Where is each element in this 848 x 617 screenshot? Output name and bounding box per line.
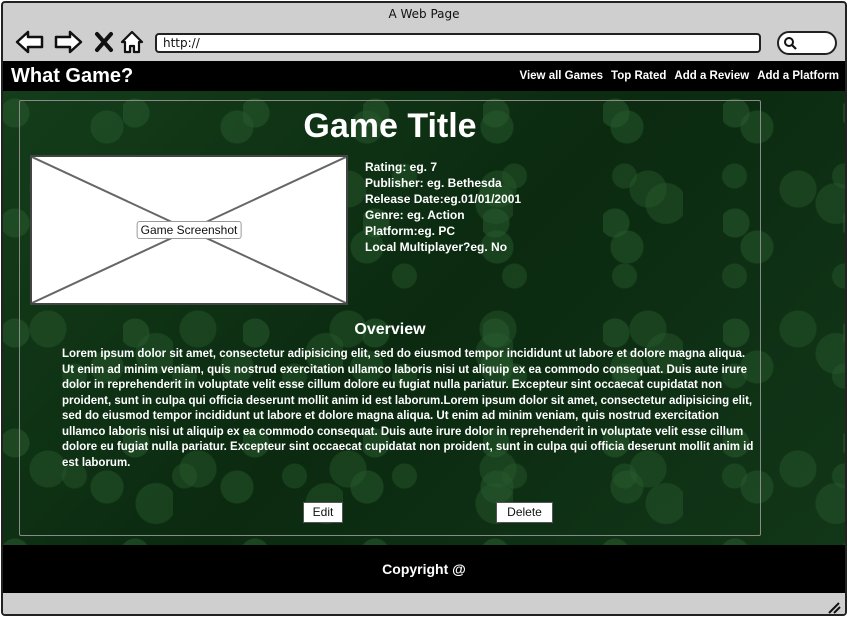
copyright-text: Copyright @ (382, 561, 466, 577)
detail-genre: Genre: eg. Action (365, 208, 465, 222)
screenshot-label: Game Screenshot (136, 221, 242, 239)
top-nav: View all Games Top Rated Add a Review Ad… (520, 61, 840, 91)
overview-text: Lorem ipsum dolor sit amet, consectetur … (62, 348, 754, 469)
site-logo[interactable]: What Game? (11, 61, 133, 91)
home-icon[interactable] (117, 27, 147, 57)
resize-grip-icon[interactable] (825, 600, 841, 614)
forward-arrow-icon[interactable] (53, 27, 83, 57)
edit-button[interactable]: Edit (303, 502, 343, 523)
nav-add-platform[interactable]: Add a Platform (757, 70, 839, 82)
detail-local-multiplayer: Local Multiplayer?eg. No (365, 240, 508, 254)
nav-top-rated[interactable]: Top Rated (611, 70, 666, 82)
site-header: What Game? View all Games Top Rated Add … (3, 61, 845, 91)
window-title: A Web Page (388, 7, 460, 21)
detail-rating: Rating: eg. 7 (365, 160, 438, 174)
delete-button[interactable]: Delete (496, 502, 553, 523)
browser-status-bar (3, 593, 845, 614)
back-arrow-icon[interactable] (15, 27, 45, 57)
url-input[interactable]: http:// (155, 33, 761, 53)
search-icon (784, 37, 797, 50)
browser-search-box[interactable] (777, 31, 837, 55)
browser-window: A Web Page http:// What Game? View all G… (1, 1, 847, 616)
site-footer: Copyright @ (3, 545, 845, 593)
overview-heading: Overview (354, 321, 426, 338)
game-title: Game Title (303, 107, 477, 145)
game-screenshot-placeholder: Game Screenshot (30, 155, 348, 305)
close-x-icon[interactable] (89, 27, 119, 57)
detail-publisher: Publisher: eg. Bethesda (365, 176, 502, 190)
detail-platform: Platform:eg. PC (365, 224, 456, 238)
game-detail-panel: Game Title Game Screenshot Rating: eg. 7… (19, 100, 761, 536)
nav-view-all-games[interactable]: View all Games (520, 70, 604, 82)
game-details: Rating: eg. 7 Publisher: eg. Bethesda Re… (365, 159, 521, 255)
detail-release-date: Release Date:eg.01/01/2001 (365, 192, 522, 206)
main-background: Game Title Game Screenshot Rating: eg. 7… (3, 91, 845, 545)
browser-toolbar: http:// (3, 25, 845, 61)
nav-add-review[interactable]: Add a Review (674, 70, 749, 82)
